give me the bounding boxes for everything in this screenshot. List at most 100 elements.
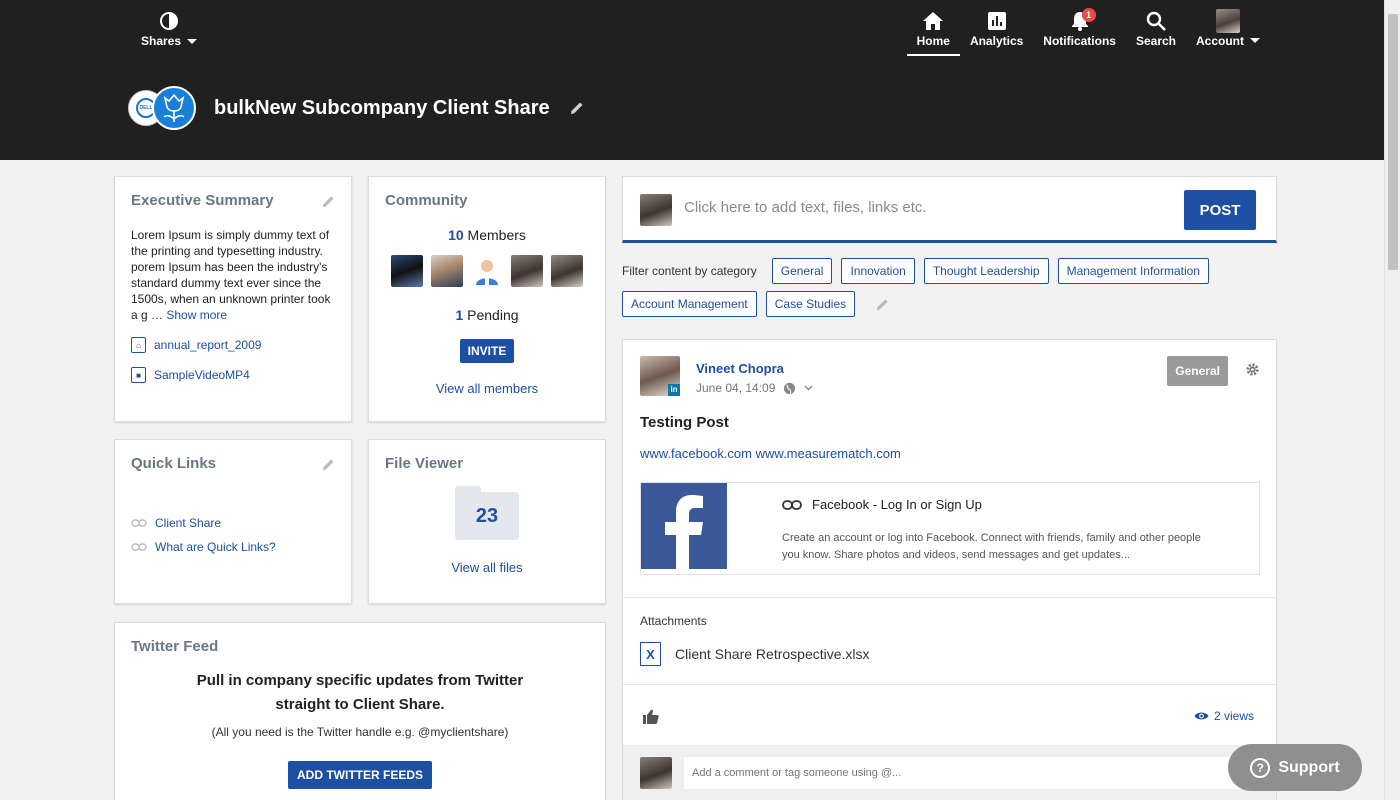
add-twitter-feeds-button[interactable]: ADD TWITTER FEEDS — [288, 761, 432, 789]
avatar — [640, 194, 672, 226]
file-item[interactable]: ■ SampleVideoMP4 — [131, 367, 335, 383]
file-viewer-card: File Viewer 23 View all files — [368, 439, 606, 604]
quick-link-item[interactable]: What are Quick Links? — [131, 540, 335, 554]
category-chip-management-information[interactable]: Management Information — [1057, 258, 1209, 284]
category-filter: Filter content by category General Innov… — [622, 258, 1282, 317]
folder-icon[interactable]: 23 — [455, 486, 519, 540]
quick-link-item[interactable]: Client Share — [131, 516, 335, 530]
show-more-link[interactable]: Show more — [166, 308, 227, 322]
post-date: June 04, 14:09 — [696, 381, 776, 395]
category-chip-account-management[interactable]: Account Management — [622, 291, 757, 317]
file-viewer-title: File Viewer — [385, 455, 464, 472]
avatar[interactable] — [511, 255, 543, 287]
avatar[interactable] — [431, 255, 463, 287]
excel-file-icon: X — [640, 642, 661, 666]
support-button[interactable]: ? Support — [1228, 744, 1362, 791]
shares-logo-icon — [160, 12, 178, 30]
edit-pencil-icon[interactable] — [570, 101, 584, 115]
comment-bar — [623, 745, 1276, 800]
post-composer[interactable]: Click here to add text, files, links etc… — [622, 176, 1277, 243]
avatar — [640, 757, 672, 789]
community-card: Community 10 Members 1 Pending INVITE Vi… — [368, 176, 606, 422]
preview-title-text: Facebook - Log In or Sign Up — [812, 497, 982, 512]
link-icon — [131, 543, 147, 551]
nav-home[interactable]: Home — [906, 10, 961, 56]
twitter-description-line: Pull in company specific updates from Tw… — [196, 672, 524, 689]
edit-pencil-icon[interactable] — [322, 458, 335, 471]
share-header: DELL bulkNew Subcompany Client Share — [128, 86, 584, 130]
scrollbar[interactable] — [1384, 0, 1400, 800]
members-count: 10 Members — [385, 227, 589, 243]
category-chip-case-studies[interactable]: Case Studies — [765, 291, 856, 317]
view-all-members-link[interactable]: View all members — [385, 381, 589, 396]
help-icon: ? — [1250, 757, 1271, 778]
view-count[interactable]: 2 views — [1194, 709, 1254, 723]
link-preview[interactable]: Facebook - Log In or Sign Up Create an a… — [640, 482, 1260, 575]
divider — [623, 684, 1276, 685]
analytics-icon — [987, 12, 1006, 30]
shares-menu[interactable]: Shares — [140, 12, 198, 48]
main-nav: Home Analytics 1 Notifications Search Ac… — [906, 8, 1270, 56]
nav-account[interactable]: Account — [1186, 9, 1270, 56]
support-label: Support — [1278, 758, 1340, 776]
nav-notifications[interactable]: 1 Notifications — [1033, 8, 1126, 56]
comment-input[interactable] — [684, 757, 1259, 789]
globe-icon[interactable] — [783, 382, 796, 395]
avatar[interactable] — [471, 255, 503, 287]
nav-analytics-label: Analytics — [969, 34, 1024, 48]
category-chip-innovation[interactable]: Innovation — [841, 258, 915, 284]
community-title: Community — [385, 192, 468, 209]
edit-pencil-icon[interactable] — [322, 195, 335, 208]
executive-summary-text: Lorem Ipsum is simply dummy text of the … — [131, 227, 335, 323]
link-icon — [131, 519, 147, 527]
composer-placeholder[interactable]: Click here to add text, files, links etc… — [684, 199, 927, 216]
tulip-icon — [163, 93, 185, 122]
post-card: in Vineet Chopra June 04, 14:09 General … — [622, 339, 1277, 800]
author-avatar[interactable]: in — [640, 356, 680, 396]
divider — [623, 597, 1276, 598]
view-all-files-link[interactable]: View all files — [385, 560, 589, 575]
quick-link[interactable]: What are Quick Links? — [155, 540, 276, 554]
author-name[interactable]: Vineet Chopra — [696, 361, 784, 376]
invite-button[interactable]: INVITE — [459, 339, 515, 363]
link-icon — [782, 499, 802, 510]
member-count-number: 10 — [448, 227, 464, 243]
share-title: bulkNew Subcompany Client Share — [214, 96, 550, 119]
edit-pencil-icon[interactable] — [876, 298, 889, 311]
executive-summary-title: Executive Summary — [131, 192, 274, 209]
category-chip-general[interactable]: General — [771, 258, 833, 284]
nav-home-label: Home — [916, 34, 950, 48]
linkedin-icon: in — [668, 384, 680, 396]
pending-label: Pending — [467, 307, 519, 323]
executive-summary-card: Executive Summary Lorem Ipsum is simply … — [114, 176, 352, 422]
nav-search[interactable]: Search — [1126, 10, 1186, 56]
preview-description: Create an account or log into Facebook. … — [782, 532, 1201, 561]
file-item[interactable]: ⌂ annual_report_2009 — [131, 337, 335, 353]
twitter-description: Pull in company specific updates from Tw… — [131, 669, 589, 717]
avatar[interactable] — [551, 255, 583, 287]
twitter-feed-card: Twitter Feed Pull in company specific up… — [114, 622, 606, 800]
post-button[interactable]: POST — [1184, 190, 1256, 230]
attachment-item[interactable]: X Client Share Retrospective.xlsx — [640, 642, 870, 666]
twitter-description-line: straight to Client Share. — [275, 696, 445, 713]
post-link[interactable]: www.measurematch.com — [756, 446, 901, 461]
post-title: Testing Post — [640, 414, 729, 431]
chevron-down-icon — [1250, 37, 1260, 43]
account-avatar — [1216, 9, 1240, 33]
category-chip-thought-leadership[interactable]: Thought Leadership — [923, 258, 1049, 284]
attachment-filename[interactable]: Client Share Retrospective.xlsx — [675, 646, 870, 662]
file-link[interactable]: annual_report_2009 — [154, 338, 261, 352]
gear-icon[interactable] — [1245, 362, 1260, 377]
quick-link[interactable]: Client Share — [155, 516, 221, 530]
scrollbar-thumb[interactable] — [1388, 14, 1398, 270]
chevron-down-icon[interactable] — [804, 385, 813, 391]
nav-analytics[interactable]: Analytics — [960, 10, 1033, 56]
twitter-note: (All you need is the Twitter handle e.g.… — [211, 725, 509, 739]
video-icon: ■ — [131, 367, 146, 383]
file-link[interactable]: SampleVideoMP4 — [154, 368, 250, 382]
thumbs-up-icon[interactable] — [643, 709, 659, 724]
post-link[interactable]: www.facebook.com — [640, 446, 752, 461]
member-avatars — [385, 255, 589, 287]
filter-label: Filter content by category — [622, 264, 757, 278]
avatar[interactable] — [391, 255, 423, 287]
